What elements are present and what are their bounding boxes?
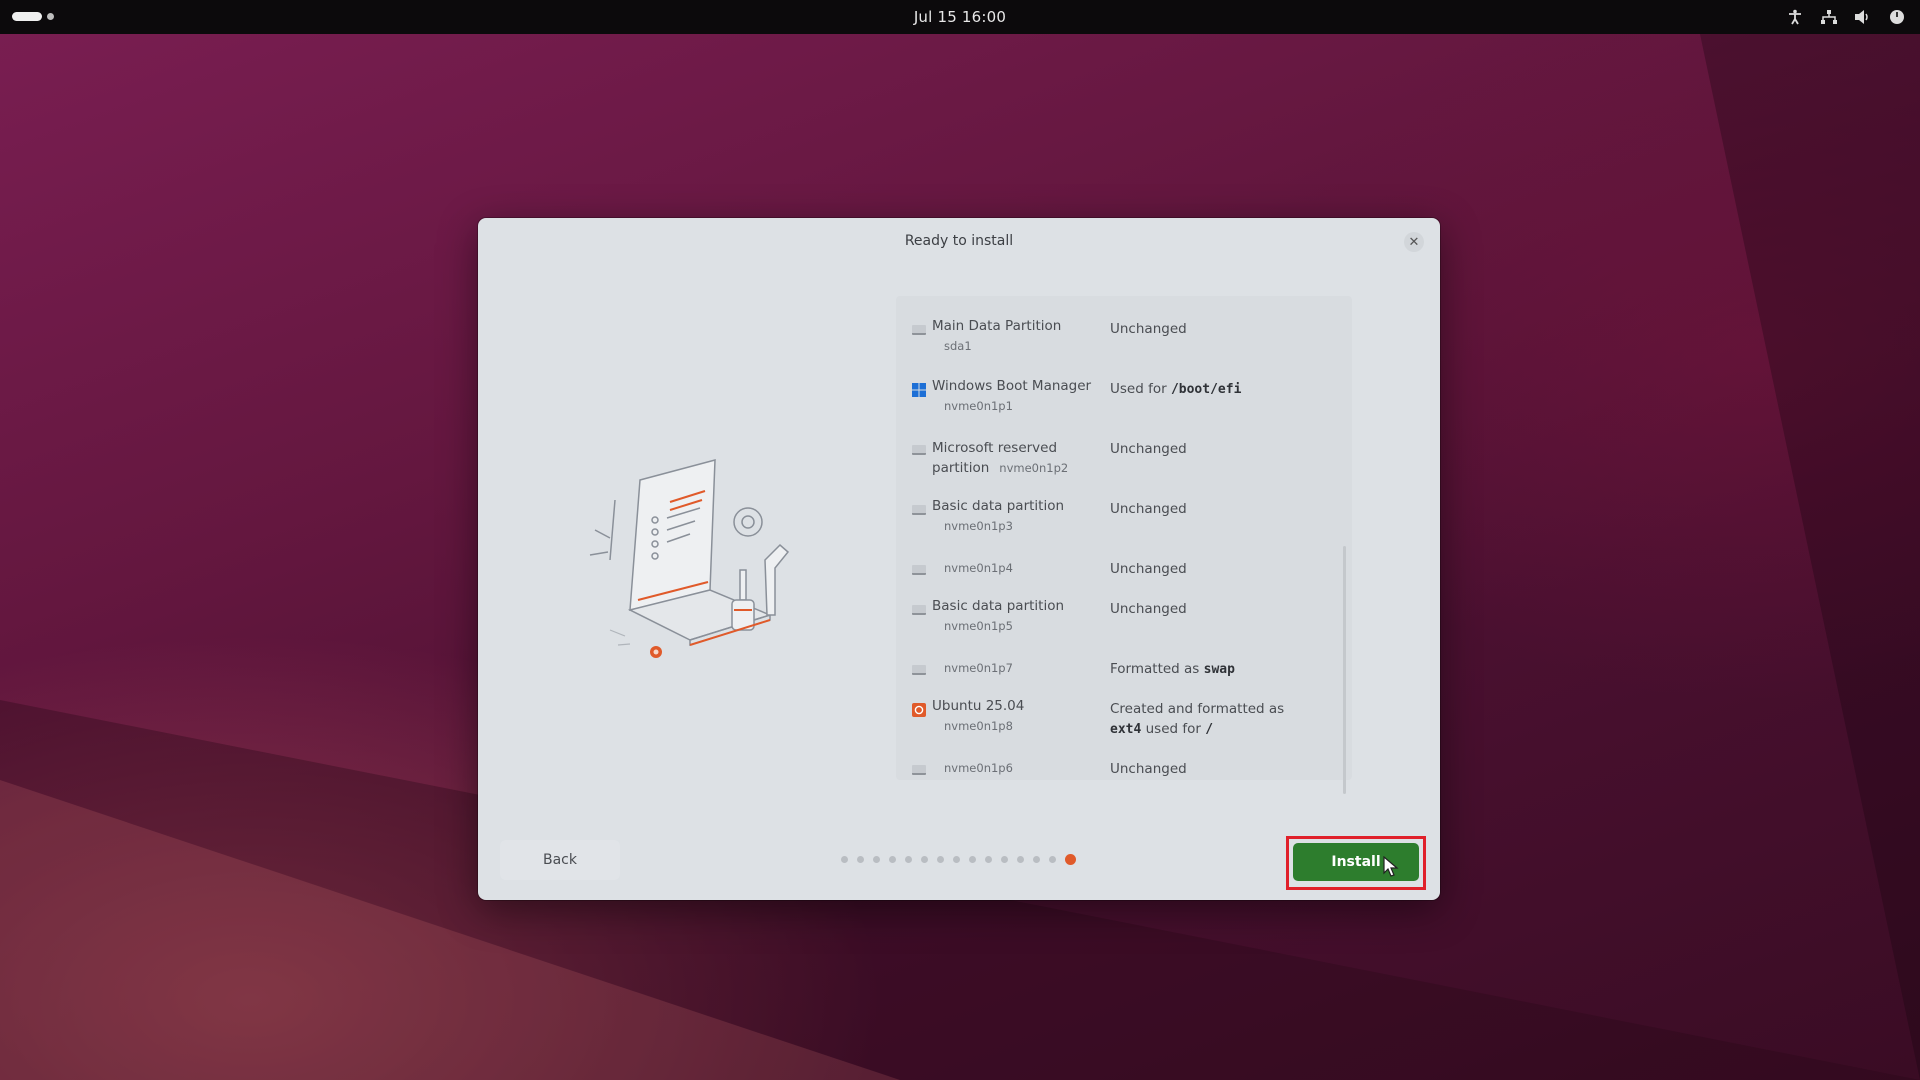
- partition-action: Formatted as swap: [1110, 661, 1235, 677]
- partition-name: Ubuntu 25.04: [932, 698, 1025, 714]
- disk-icon: [912, 445, 926, 455]
- laptop-tools-illustration: [589, 459, 790, 658]
- volume-icon[interactable]: [1854, 8, 1872, 26]
- partition-action: Used for /boot/efi: [1110, 381, 1242, 397]
- partition-device: sda1: [944, 339, 972, 353]
- accessibility-icon[interactable]: [1786, 8, 1804, 26]
- disk-icon: [912, 325, 926, 335]
- partition-name: Basic data partition: [932, 598, 1065, 614]
- step-dot: [985, 856, 992, 863]
- dialog-title: Ready to install: [904, 233, 1014, 249]
- partition-action: Created and formatted as ext4 used for /: [1110, 701, 1285, 737]
- disk-icon: [912, 565, 926, 575]
- partition-device: nvme0n1p6: [944, 761, 1013, 775]
- partition-action: Unchanged: [1110, 761, 1187, 777]
- step-dot: [969, 856, 976, 863]
- step-dot: [841, 856, 848, 863]
- close-button[interactable]: ✕: [1404, 232, 1424, 252]
- partition-action: Unchanged: [1110, 321, 1187, 337]
- partition-device: nvme0n1p7: [944, 661, 1013, 675]
- partition-summary-list[interactable]: Main Data Partition sda1 Unchanged Windo…: [896, 296, 1352, 794]
- step-dot: [1049, 856, 1056, 863]
- step-dot: [905, 856, 912, 863]
- partition-device: nvme0n1p5: [944, 619, 1013, 633]
- installer-dialog: Ready to install ✕ Main Data Partition s…: [478, 218, 1440, 900]
- partition-device: nvme0n1p3: [944, 519, 1013, 533]
- step-dot: [1001, 856, 1008, 863]
- partition-action: Unchanged: [1110, 601, 1187, 617]
- install-button[interactable]: Install: [1293, 843, 1419, 881]
- disk-icon: [912, 505, 926, 515]
- step-dot: [857, 856, 864, 863]
- partition-device: nvme0n1p8: [944, 719, 1013, 733]
- partition-name: Basic data partition: [932, 498, 1065, 514]
- disk-icon: [912, 605, 926, 615]
- step-dot: [1033, 856, 1040, 863]
- partition-name: Main Data Partition: [932, 318, 1062, 334]
- system-tray[interactable]: [1786, 8, 1906, 26]
- windows-icon: [912, 382, 926, 397]
- step-indicator: [841, 854, 1076, 865]
- close-icon: ✕: [1408, 234, 1420, 250]
- disk-icon: [912, 665, 926, 675]
- partition-action: Unchanged: [1110, 441, 1187, 457]
- mouse-pointer-icon: [1383, 856, 1399, 877]
- step-dot: [921, 856, 928, 863]
- ubuntu-icon: [912, 702, 926, 717]
- network-icon[interactable]: [1820, 8, 1838, 26]
- partition-name: Microsoft reserved partition nvme0n1p2: [932, 440, 1069, 476]
- partition-action: Unchanged: [1110, 561, 1187, 577]
- step-dot: [889, 856, 896, 863]
- clock[interactable]: Jul 15 16:00: [0, 8, 1920, 26]
- partition-device: nvme0n1p4: [944, 561, 1013, 575]
- step-dot: [937, 856, 944, 863]
- top-bar: Jul 15 16:00: [0, 0, 1920, 34]
- power-icon[interactable]: [1888, 8, 1906, 26]
- partition-device: nvme0n1p1: [944, 399, 1013, 413]
- partition-action: Unchanged: [1110, 501, 1187, 517]
- scrollbar[interactable]: [1343, 546, 1346, 794]
- back-button[interactable]: Back: [500, 840, 620, 880]
- step-dot: [873, 856, 880, 863]
- step-dot: [1017, 856, 1024, 863]
- partition-device: nvme0n1p2: [999, 461, 1069, 475]
- disk-icon: [912, 765, 926, 775]
- step-dot: [953, 856, 960, 863]
- step-dot-current: [1065, 854, 1076, 865]
- partition-name: Windows Boot Manager: [932, 378, 1092, 394]
